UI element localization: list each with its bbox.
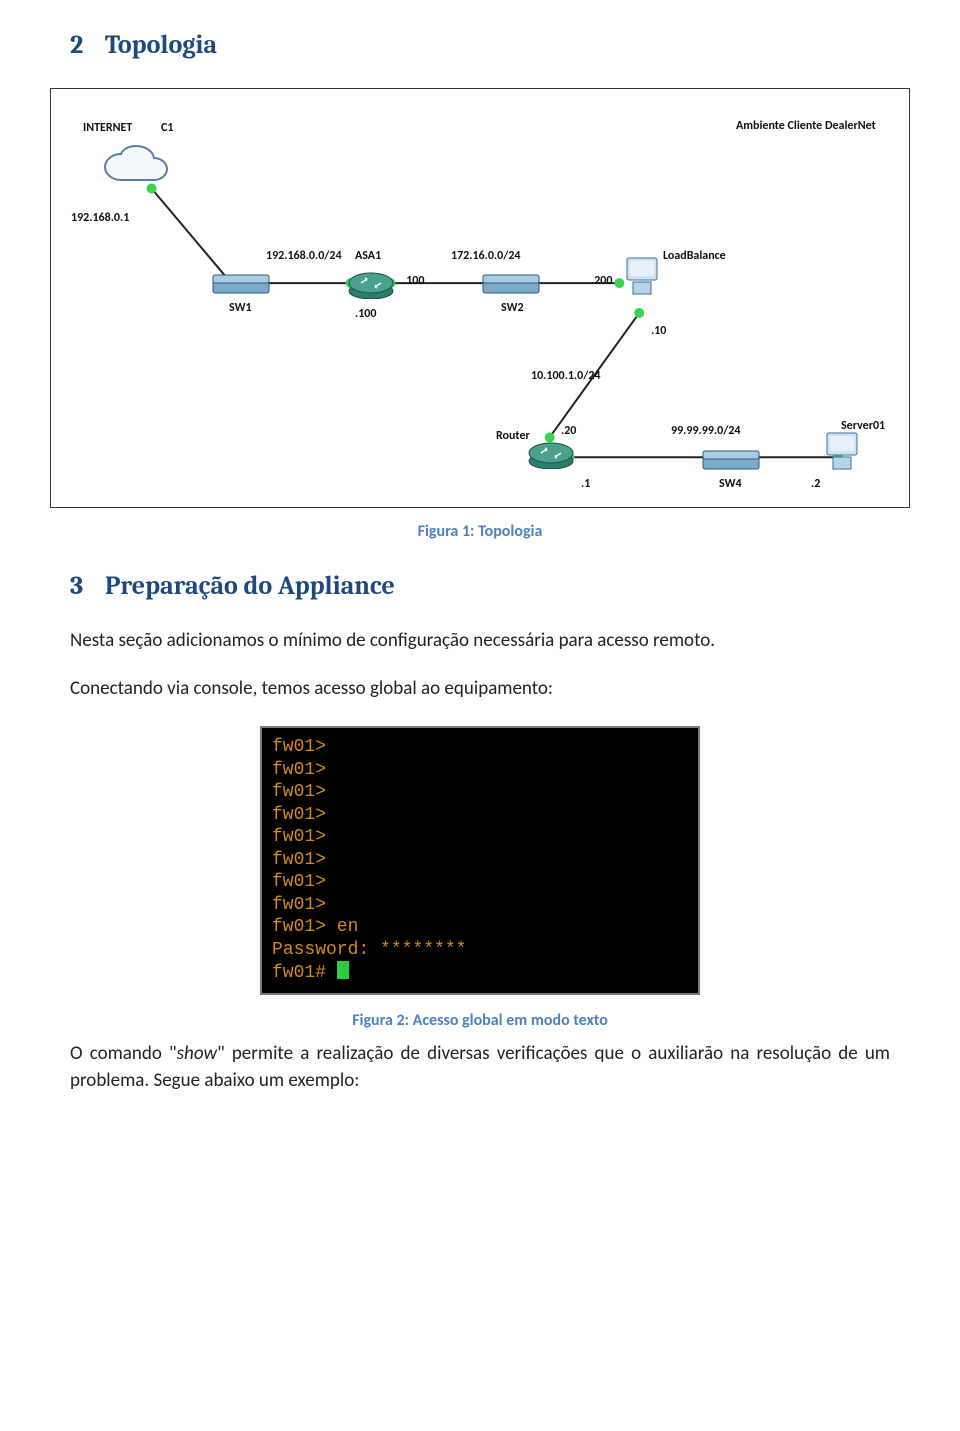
figure1-caption: Figura 1: Topologia	[70, 522, 890, 541]
label-router-ip-20: .20	[561, 424, 576, 438]
terminal-line: fw01>	[272, 849, 688, 872]
paragraph-intro: Nesta seção adicionamos o mínimo de conf…	[70, 627, 890, 655]
terminal-cursor-icon	[337, 961, 349, 979]
paragraph-console: Conectando via console, temos acesso glo…	[70, 675, 890, 703]
label-ambiente-cliente: Ambiente Cliente DealerNet	[736, 119, 876, 133]
p3-pre: O comando "	[70, 1042, 177, 1065]
heading-number: 2	[70, 30, 83, 60]
terminal-line: fw01> en	[272, 916, 688, 939]
terminal-line: Password: ********	[272, 939, 688, 962]
label-lb-ip-10: .10	[651, 324, 666, 338]
terminal-line: fw01>	[272, 736, 688, 759]
label-loadbalance: LoadBalance	[663, 249, 726, 263]
label-server01: Server01	[841, 419, 885, 433]
label-asa1-ip: .100	[403, 274, 424, 288]
terminal-screenshot: fw01> fw01> fw01> fw01> fw01> fw01> fw01…	[260, 726, 700, 995]
label-sw2: SW2	[501, 301, 524, 315]
label-internet: INTERNET	[83, 121, 132, 135]
label-lb-ip-200: .200	[591, 274, 612, 288]
paragraph-show-command: O comando "show" permite a realização de…	[70, 1040, 890, 1095]
label-ip-192-168-0-1: 192.168.0.1	[71, 211, 129, 225]
heading-title-3: Preparação do Appliance	[105, 571, 395, 601]
terminal-line: fw01>	[272, 804, 688, 827]
loadbalance-pc-icon	[621, 254, 665, 298]
terminal-line-cursor: fw01#	[272, 961, 688, 985]
section-heading-preparacao: 3 Preparação do Appliance	[70, 571, 890, 601]
heading-title: Topologia	[105, 30, 217, 60]
label-net-192-168-0-0: 192.168.0.0/24	[266, 249, 342, 263]
terminal-line: fw01>	[272, 871, 688, 894]
label-asa1-ip-below: .100	[355, 307, 376, 321]
label-net-10-100-1-0: 10.100.1.0/24	[531, 369, 601, 383]
switch-sw2-icon	[481, 271, 541, 297]
switch-sw1-icon	[211, 271, 271, 297]
section-heading-topologia: 2 Topologia	[70, 30, 890, 60]
asa-router-icon	[347, 269, 395, 299]
switch-sw4-icon	[701, 447, 761, 473]
label-router-ip-1: .1	[581, 477, 590, 491]
label-net-99-99-99-0: 99.99.99.0/24	[671, 424, 741, 438]
cloud-icon	[101, 144, 181, 190]
p3-show: show	[177, 1042, 217, 1065]
label-net-172-16-0-0: 172.16.0.0/24	[451, 249, 521, 263]
label-router: Router	[496, 429, 530, 443]
terminal-line: fw01>	[272, 826, 688, 849]
label-sw1: SW1	[229, 301, 252, 315]
label-sw4: SW4	[719, 477, 742, 491]
label-asa1: ASA1	[355, 249, 381, 263]
router-icon	[527, 439, 575, 469]
heading-number-3: 3	[70, 571, 83, 601]
topology-figure: INTERNET C1 192.168.0.1 192.168.0.0/24 S…	[50, 88, 910, 508]
label-srv-ip: .2	[811, 477, 820, 491]
terminal-line: fw01>	[272, 781, 688, 804]
label-c1: C1	[161, 121, 173, 135]
terminal-line: fw01>	[272, 894, 688, 917]
server01-pc-icon	[821, 429, 865, 473]
terminal-line: fw01>	[272, 759, 688, 782]
figure2-caption: Figura 2: Acesso global em modo texto	[70, 1011, 890, 1030]
